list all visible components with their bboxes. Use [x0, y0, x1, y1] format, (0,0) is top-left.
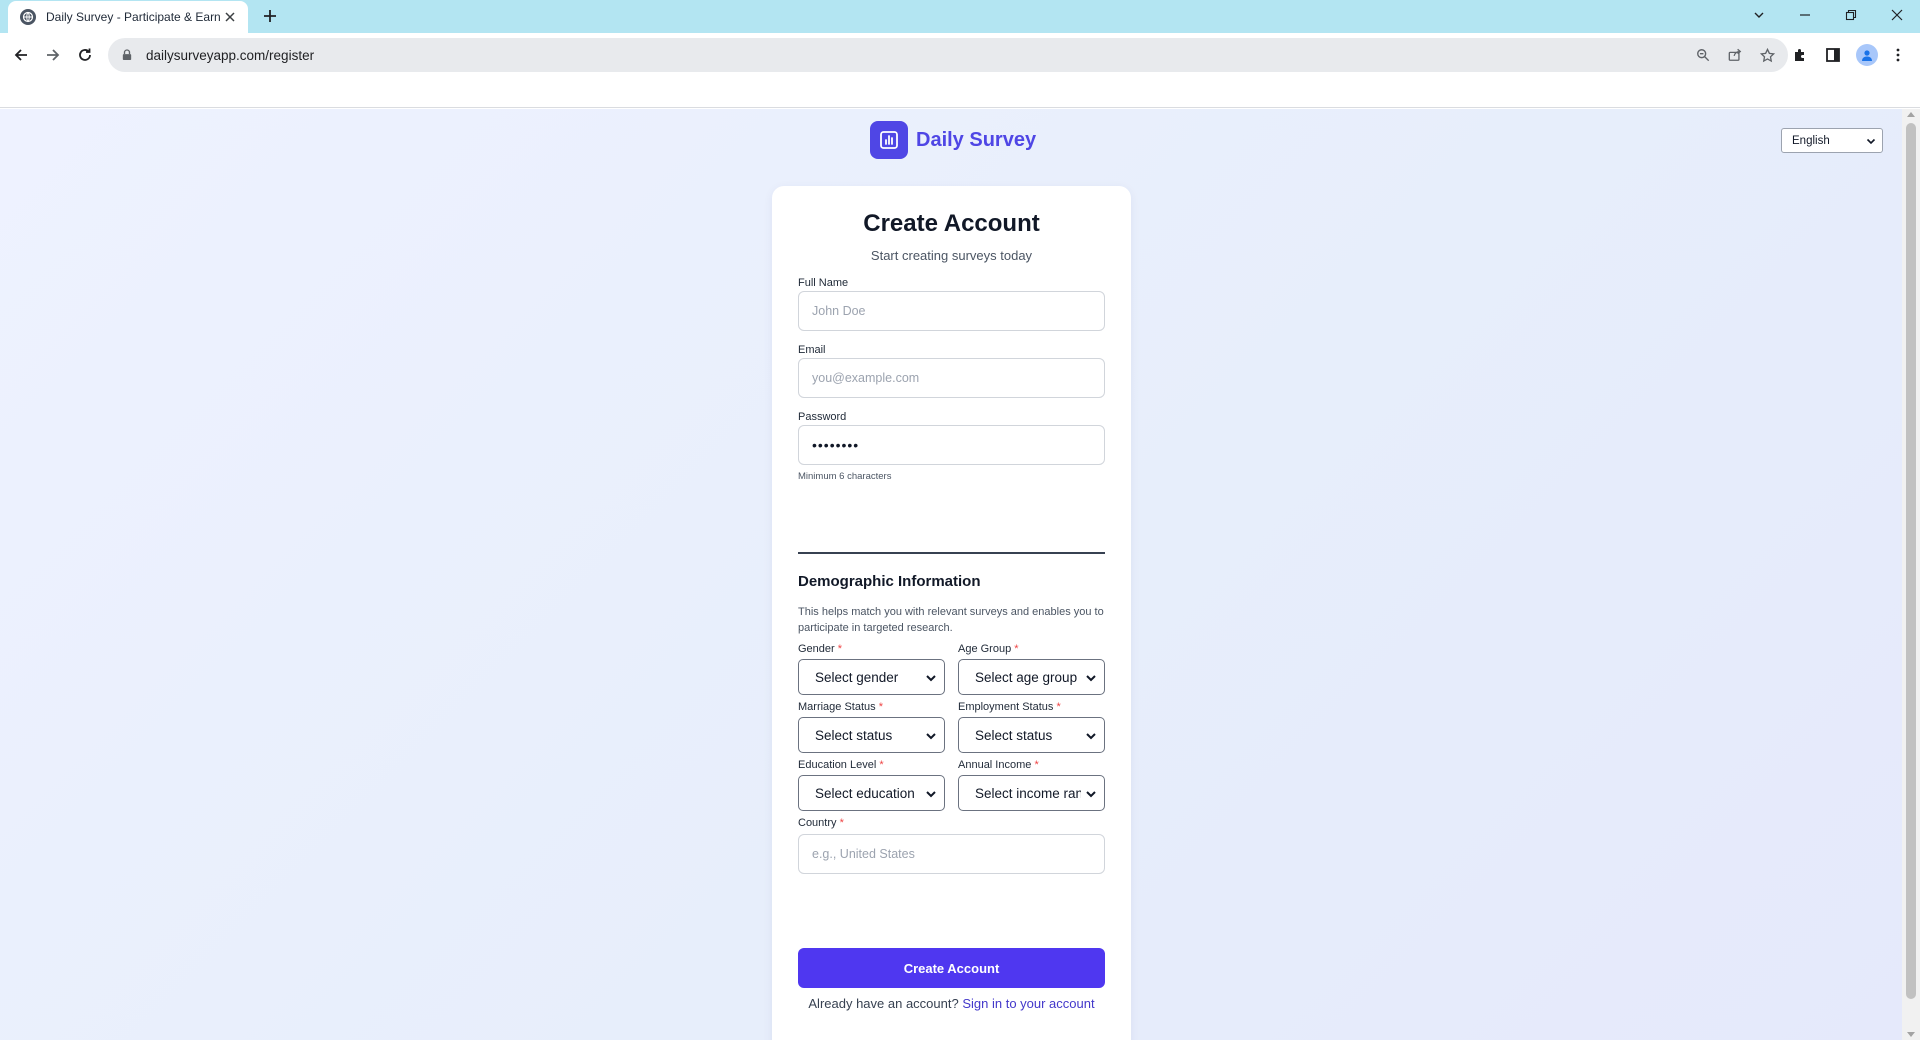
required-mark: *: [879, 759, 884, 771]
page-title: Create Account: [863, 210, 1040, 237]
chevron-down-icon: [926, 791, 936, 798]
education-level-select-value: Select education: [815, 785, 915, 801]
chevron-down-icon: [1086, 733, 1096, 740]
new-tab-button[interactable]: [260, 6, 280, 26]
scrollbar-thumb[interactable]: [1906, 123, 1916, 999]
profile-avatar-icon[interactable]: [1856, 44, 1878, 66]
chevron-down-icon: [926, 675, 936, 682]
education-level-label-text: Education Level: [798, 759, 877, 771]
address-bar[interactable]: dailysurveyapp.com/register: [108, 38, 1788, 72]
brand-name: Daily Survey: [916, 128, 1037, 151]
education-level-label: Education Level *: [798, 759, 884, 771]
globe-icon: [20, 9, 36, 25]
page-scrollbar[interactable]: [1902, 109, 1920, 1040]
country-label-text: Country: [798, 817, 837, 829]
chevron-down-icon: [1086, 675, 1096, 682]
marriage-status-select-value: Select status: [815, 727, 893, 743]
full-name-placeholder: John Doe: [812, 304, 866, 318]
gender-select-value: Select gender: [815, 669, 899, 685]
age-group-select-value: Select age group: [975, 669, 1078, 685]
tab-title: Daily Survey - Participate & Earn: [46, 10, 220, 24]
email-input[interactable]: you@example.com: [798, 358, 1105, 398]
country-input[interactable]: e.g., United States: [798, 834, 1105, 874]
browser-tab-strip: Daily Survey - Participate & Earn: [0, 0, 1920, 33]
email-placeholder: you@example.com: [812, 371, 920, 385]
employment-status-label: Employment Status *: [958, 701, 1061, 713]
annual-income-label: Annual Income *: [958, 759, 1039, 771]
demographics-description: This helps match you with relevant surve…: [798, 606, 1104, 634]
browser-toolbar: dailysurveyapp.com/register: [0, 33, 1920, 76]
share-icon[interactable]: [1726, 46, 1744, 64]
marriage-status-label-text: Marriage Status: [798, 701, 876, 713]
lock-icon: [122, 48, 136, 62]
employment-status-select[interactable]: Select status: [958, 717, 1105, 753]
annual-income-label-text: Annual Income: [958, 759, 1032, 771]
annual-income-select[interactable]: Select income range: [958, 775, 1105, 811]
country-label: Country *: [798, 817, 844, 829]
age-group-label: Age Group *: [958, 643, 1019, 655]
forward-icon[interactable]: [39, 41, 67, 69]
close-window-icon[interactable]: [1874, 0, 1920, 30]
back-icon[interactable]: [7, 41, 35, 69]
chevron-down-icon: [1866, 138, 1876, 145]
password-hint: Minimum 6 characters: [798, 471, 892, 482]
gender-label: Gender *: [798, 643, 842, 655]
gender-select[interactable]: Select gender: [798, 659, 945, 695]
required-mark: *: [1034, 759, 1039, 771]
required-mark: *: [839, 817, 844, 829]
url-text: dailysurveyapp.com/register: [146, 47, 315, 63]
minimize-icon[interactable]: [1782, 0, 1828, 30]
bookmark-star-icon[interactable]: [1758, 46, 1776, 64]
password-value: ••••••••: [812, 437, 860, 453]
bar-chart-icon: [870, 121, 908, 159]
brand-header[interactable]: Daily Survey: [870, 121, 1036, 159]
restore-icon[interactable]: [1828, 0, 1874, 30]
employment-status-select-value: Select status: [975, 727, 1053, 743]
education-level-select[interactable]: Select education: [798, 775, 945, 811]
close-icon[interactable]: [222, 9, 238, 25]
tab-search-icon[interactable]: [1736, 0, 1782, 30]
demographics-title: Demographic Information: [798, 573, 981, 590]
browser-menu-icon[interactable]: [1888, 45, 1908, 65]
scroll-down-icon[interactable]: [1907, 1032, 1915, 1037]
required-mark: *: [878, 701, 883, 713]
chevron-down-icon: [1086, 791, 1096, 798]
bookmark-bar: [0, 76, 1920, 108]
register-card: Create Account Start creating surveys to…: [772, 186, 1131, 1040]
create-account-button[interactable]: Create Account: [798, 948, 1105, 988]
country-placeholder: e.g., United States: [812, 847, 915, 861]
register-page: Daily Survey English Create Account Star…: [0, 109, 1902, 1040]
required-mark: *: [1014, 643, 1019, 655]
language-select-value: English: [1792, 134, 1830, 147]
password-label: Password: [798, 411, 847, 423]
chevron-down-icon: [926, 733, 936, 740]
side-panel-icon[interactable]: [1823, 45, 1843, 65]
email-label: Email: [798, 344, 826, 356]
reload-icon[interactable]: [71, 41, 99, 69]
browser-tab[interactable]: Daily Survey - Participate & Earn: [8, 1, 248, 33]
required-mark: *: [1056, 701, 1061, 713]
full-name-input[interactable]: John Doe: [798, 291, 1105, 331]
gender-label-text: Gender: [798, 643, 835, 655]
annual-income-select-value: Select income range: [975, 785, 1081, 801]
language-select[interactable]: English: [1781, 128, 1883, 153]
password-input[interactable]: ••••••••: [798, 425, 1105, 465]
age-group-label-text: Age Group: [958, 643, 1012, 655]
required-mark: *: [837, 643, 843, 655]
signin-prompt: Already have an account?: [808, 996, 959, 1011]
age-group-select[interactable]: Select age group: [958, 659, 1105, 695]
employment-status-label-text: Employment Status: [958, 701, 1054, 713]
marriage-status-select[interactable]: Select status: [798, 717, 945, 753]
signin-row: Already have an account? Sign in to your…: [772, 996, 1131, 1011]
section-divider: [798, 552, 1105, 554]
marriage-status-label: Marriage Status *: [798, 701, 883, 713]
extensions-icon[interactable]: [1790, 45, 1810, 65]
scroll-up-icon[interactable]: [1907, 112, 1915, 117]
page-subtitle: Start creating surveys today: [870, 248, 1033, 263]
full-name-label: Full Name: [798, 277, 849, 289]
signin-link[interactable]: Sign in to your account: [962, 996, 1094, 1011]
zoom-icon[interactable]: [1694, 46, 1712, 64]
